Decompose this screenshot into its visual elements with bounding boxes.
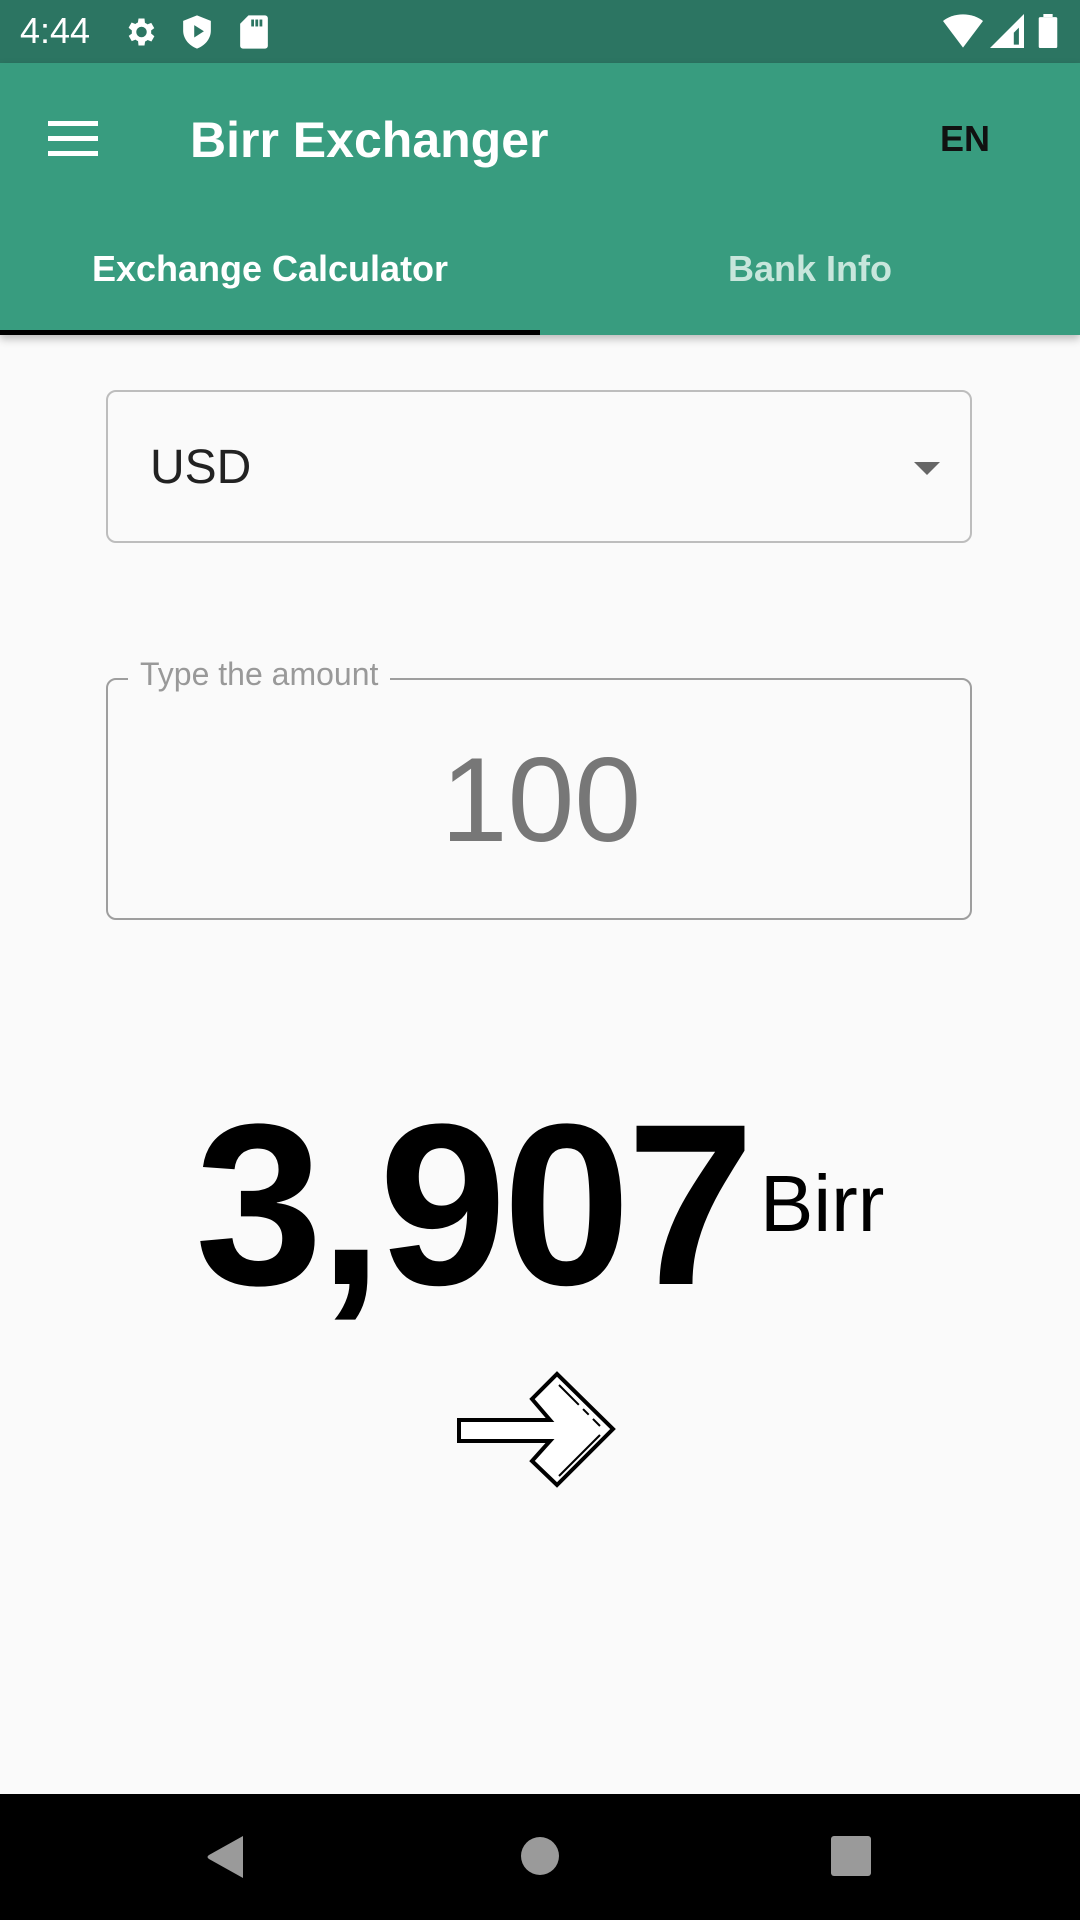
result-unit: Birr <box>760 1159 885 1248</box>
tab-indicator <box>0 330 540 335</box>
hamburger-menu-icon[interactable] <box>48 121 98 161</box>
tab-exchange-calculator[interactable]: Exchange Calculator <box>0 248 540 290</box>
amount-field-label: Type the amount <box>128 656 391 693</box>
app-title: Birr Exchanger <box>190 112 549 168</box>
dropdown-arrow-icon <box>914 462 940 475</box>
battery-icon <box>1038 14 1058 48</box>
currency-select-value: USD <box>150 441 252 494</box>
right-arrow-icon[interactable] <box>455 1365 625 1495</box>
amount-field[interactable]: Type the amount <box>106 656 974 920</box>
recents-icon[interactable] <box>831 1836 871 1876</box>
language-button[interactable]: EN <box>940 118 990 160</box>
settings-icon <box>128 18 155 46</box>
app-bar: Birr Exchanger EN Exchange Calculator Ba… <box>0 63 1080 335</box>
result-value: 3,907 <box>195 1076 755 1333</box>
currency-select[interactable]: USD <box>106 390 972 543</box>
home-icon[interactable] <box>520 1836 560 1876</box>
amount-input[interactable] <box>108 730 974 870</box>
status-time: 4:44 <box>20 10 91 51</box>
tab-bank-info[interactable]: Bank Info <box>540 248 1080 290</box>
navigation-bar <box>0 1794 1080 1920</box>
shield-play-icon <box>183 15 211 49</box>
sd-card-icon <box>240 15 268 49</box>
status-bar: 4:44 <box>0 0 1080 63</box>
back-icon[interactable] <box>205 1834 245 1880</box>
wifi-icon <box>943 14 983 48</box>
signal-icon <box>990 14 1024 48</box>
